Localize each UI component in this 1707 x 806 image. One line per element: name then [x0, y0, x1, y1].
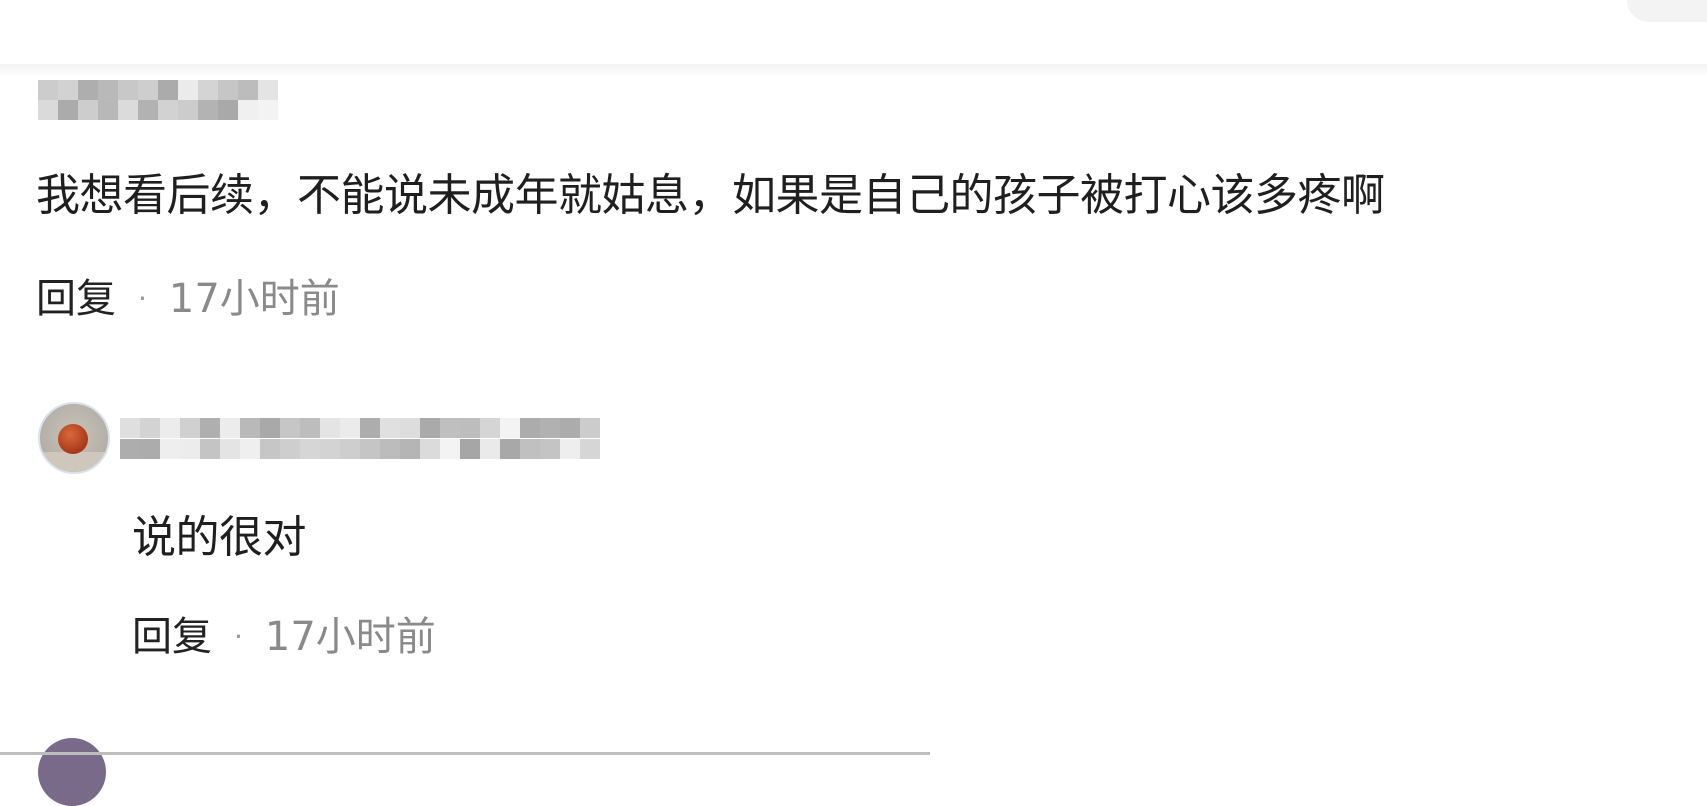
author-name-redacted[interactable] [38, 80, 278, 120]
comment-text: 我想看后续，不能说未成年就姑息，如果是自己的孩子被打心该多疼啊 [36, 170, 1385, 221]
author-name-redacted[interactable] [120, 418, 600, 460]
comment-timestamp: 17小时前 [264, 614, 436, 660]
comment-text: 说的很对 [132, 512, 307, 563]
corner-button-edge[interactable] [1627, 0, 1707, 22]
reply-button[interactable]: 回复 [132, 612, 212, 662]
comment-meta: 回复 · 17小时前 [132, 612, 436, 662]
comment-meta: 回复 · 17小时前 [36, 274, 340, 324]
top-bar [0, 0, 1707, 68]
meta-separator: · [234, 620, 243, 653]
basketball-avatar-icon[interactable] [38, 402, 110, 474]
avatar[interactable] [38, 738, 106, 806]
top-bar-shadow [0, 64, 1707, 78]
meta-separator: · [138, 282, 147, 315]
comment-timestamp: 17小时前 [168, 276, 340, 322]
reply-button[interactable]: 回复 [36, 274, 116, 324]
